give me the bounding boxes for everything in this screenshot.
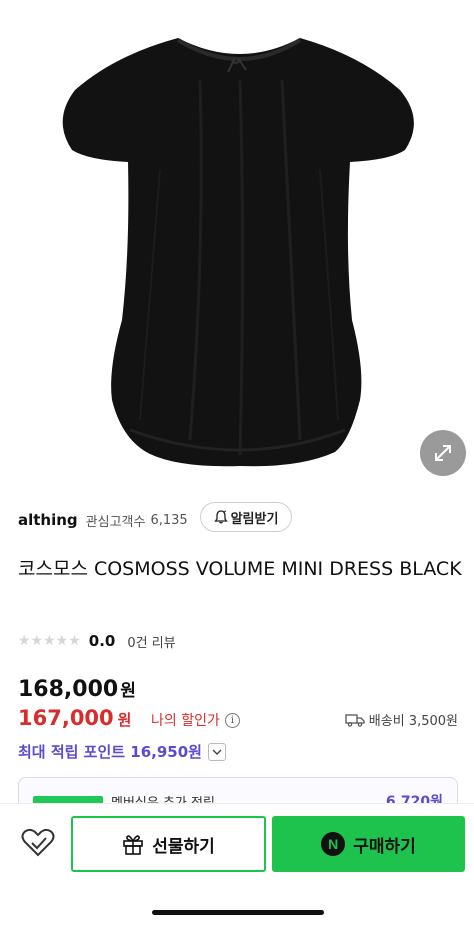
gift-label: 선물하기 bbox=[152, 836, 215, 857]
bell-icon bbox=[213, 510, 228, 524]
follower-count: 6,135 bbox=[150, 512, 188, 528]
info-icon[interactable]: i bbox=[224, 712, 240, 728]
truck-icon bbox=[345, 713, 365, 727]
rating-stars: ★★★★★ bbox=[18, 633, 81, 649]
seller-row: althing 관심고객수 6,135 bbox=[18, 508, 188, 532]
follower-label: 관심고객수 bbox=[85, 514, 146, 530]
buy-label: 구매하기 bbox=[353, 836, 416, 857]
notify-label: 알림받기 bbox=[230, 511, 279, 527]
expand-image-button[interactable] bbox=[420, 430, 466, 476]
sale-price-unit: 원 bbox=[117, 711, 132, 729]
wishlist-button[interactable] bbox=[14, 816, 62, 870]
shipping-label: 배송비 3,500원 bbox=[368, 714, 458, 729]
seller-name[interactable]: althing bbox=[18, 511, 78, 529]
product-title: 코스모스 COSMOSS VOLUME MINI DRESS BLACK bbox=[18, 558, 462, 580]
points-row[interactable]: 최대 적립 포인트 16,950원 bbox=[18, 741, 226, 762]
original-price-unit: 원 bbox=[120, 681, 136, 701]
notify-button[interactable]: 알림받기 bbox=[200, 502, 292, 532]
original-price-value: 168,000 bbox=[18, 677, 119, 702]
sale-price-value: 167,000 bbox=[18, 706, 114, 730]
my-discount-label: 나의 할인가 bbox=[151, 713, 220, 729]
dress-image bbox=[62, 38, 414, 467]
buy-button[interactable]: N 구매하기 bbox=[272, 816, 465, 872]
points-label: 최대 적립 포인트 16,950원 bbox=[18, 743, 202, 761]
shipping-fee: 배송비 3,500원 bbox=[345, 710, 458, 729]
bottom-action-bar: 선물하기 N 구매하기 bbox=[0, 803, 474, 925]
gift-button[interactable]: 선물하기 bbox=[71, 816, 266, 872]
expand-arrows-icon bbox=[435, 445, 451, 461]
review-count-link[interactable]: 0건 리뷰 bbox=[127, 632, 175, 651]
rating-value: 0.0 bbox=[88, 632, 116, 650]
heart-icon bbox=[21, 828, 55, 857]
chevron-down-icon[interactable] bbox=[207, 742, 226, 761]
rating-row[interactable]: ★★★★★ 0.0 0건 리뷰 bbox=[18, 629, 176, 653]
original-price: 168,000 원 bbox=[18, 676, 136, 702]
sale-price: 167,000 원 bbox=[18, 706, 131, 730]
npay-icon: N bbox=[321, 832, 346, 856]
gift-icon bbox=[123, 835, 144, 855]
home-indicator[interactable] bbox=[152, 910, 324, 915]
my-discount[interactable]: 나의 할인가 i bbox=[151, 710, 240, 730]
product-image[interactable] bbox=[0, 0, 474, 490]
